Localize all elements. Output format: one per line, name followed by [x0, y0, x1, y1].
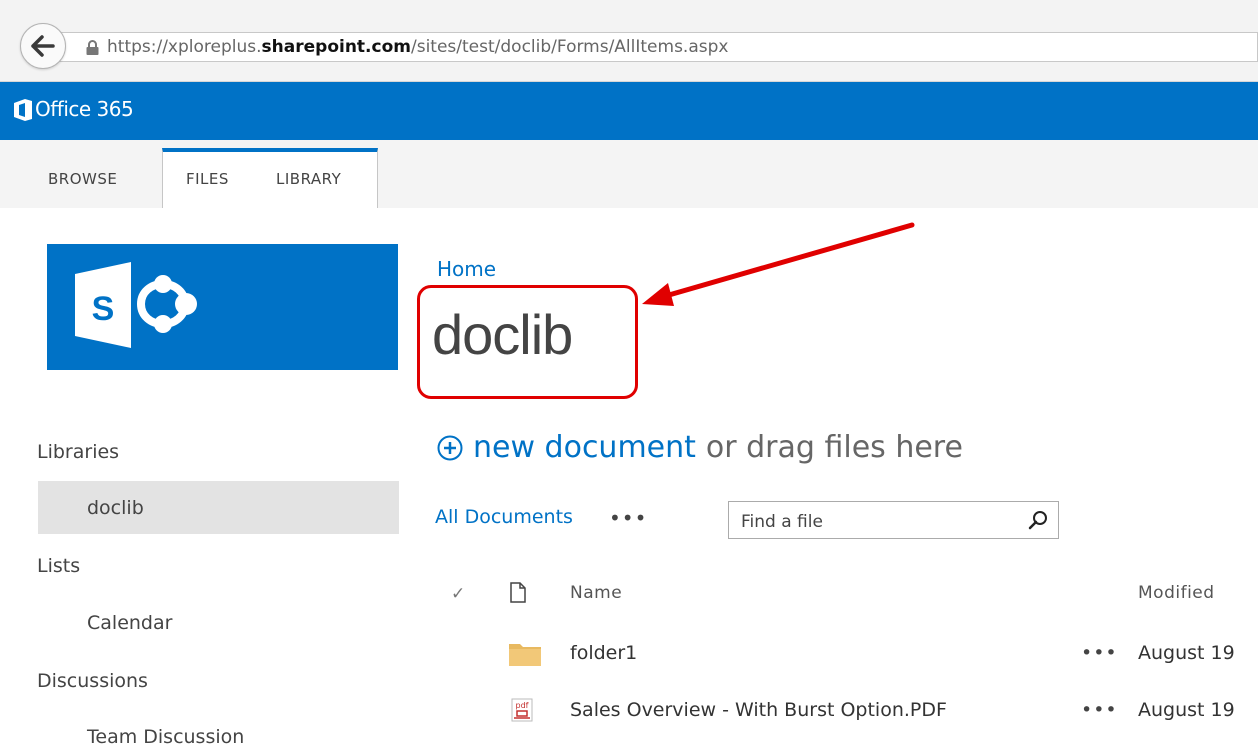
new-document-area: new document or drag files here	[437, 430, 963, 465]
tab-files[interactable]: FILES	[186, 170, 229, 188]
drag-files-hint: or drag files here	[705, 430, 963, 465]
sharepoint-logo-icon: S	[75, 262, 197, 348]
search-input[interactable]	[729, 502, 1009, 538]
folder-icon	[509, 644, 541, 666]
column-header-modified[interactable]: Modified	[1138, 583, 1215, 603]
view-more-ellipsis[interactable]: •••	[609, 506, 647, 530]
row-modified: August 19	[1138, 642, 1235, 664]
document-type-icon	[510, 582, 526, 603]
search-icon[interactable]	[1028, 510, 1048, 530]
back-arrow-icon	[31, 35, 55, 57]
add-circle-icon[interactable]	[437, 435, 463, 461]
nav-heading-libraries[interactable]: Libraries	[37, 441, 119, 463]
lock-icon	[86, 40, 99, 55]
nav-item-team-discussion[interactable]: Team Discussion	[87, 726, 244, 747]
select-all-checkbox[interactable]: ✓	[451, 584, 465, 604]
nav-item-calendar[interactable]: Calendar	[87, 612, 172, 634]
nav-item-doclib[interactable]: doclib	[87, 497, 144, 519]
url-path: /sites/test/doclib/Forms/AllItems.aspx	[411, 37, 729, 57]
url-text: https://xploreplus.sharepoint.com/sites/…	[107, 37, 728, 57]
search-box	[728, 501, 1059, 539]
column-header-name[interactable]: Name	[570, 583, 622, 603]
tab-library[interactable]: LIBRARY	[276, 170, 341, 188]
row-name-link[interactable]: folder1	[570, 642, 637, 664]
address-bar[interactable]: https://xploreplus.sharepoint.com/sites/…	[58, 32, 1258, 62]
breadcrumb-home[interactable]: Home	[437, 257, 496, 281]
office365-suite-bar: Office 365	[0, 82, 1258, 140]
pdf-file-icon: pdf	[511, 698, 533, 722]
svg-text:pdf: pdf	[516, 701, 529, 710]
view-all-documents[interactable]: All Documents	[435, 506, 573, 528]
row-more-button[interactable]: •••	[1081, 642, 1118, 664]
nav-heading-lists[interactable]: Lists	[37, 555, 80, 577]
back-button[interactable]	[20, 23, 66, 69]
office365-brand-label[interactable]: Office 365	[35, 97, 134, 121]
browser-toolbar: https://xploreplus.sharepoint.com/sites/…	[0, 0, 1258, 82]
nav-heading-discussions[interactable]: Discussions	[37, 670, 148, 692]
site-logo[interactable]: S	[47, 244, 398, 370]
tab-browse[interactable]: BROWSE	[48, 170, 117, 188]
url-domain: sharepoint.com	[261, 37, 411, 57]
row-more-button[interactable]: •••	[1081, 699, 1118, 721]
url-prefix: https://xploreplus.	[107, 37, 262, 57]
ribbon-tabs: BROWSE FILES LIBRARY	[0, 140, 1258, 208]
title-annotation-box	[417, 285, 638, 399]
sharepoint-window: https://xploreplus.sharepoint.com/sites/…	[0, 0, 1258, 747]
office-logo-icon[interactable]	[14, 99, 32, 121]
row-modified: August 19	[1138, 699, 1235, 721]
new-document-link[interactable]: new document	[473, 430, 696, 465]
row-name-link[interactable]: Sales Overview - With Burst Option.PDF	[570, 699, 947, 721]
sharepoint-logo-letter: S	[92, 290, 115, 328]
